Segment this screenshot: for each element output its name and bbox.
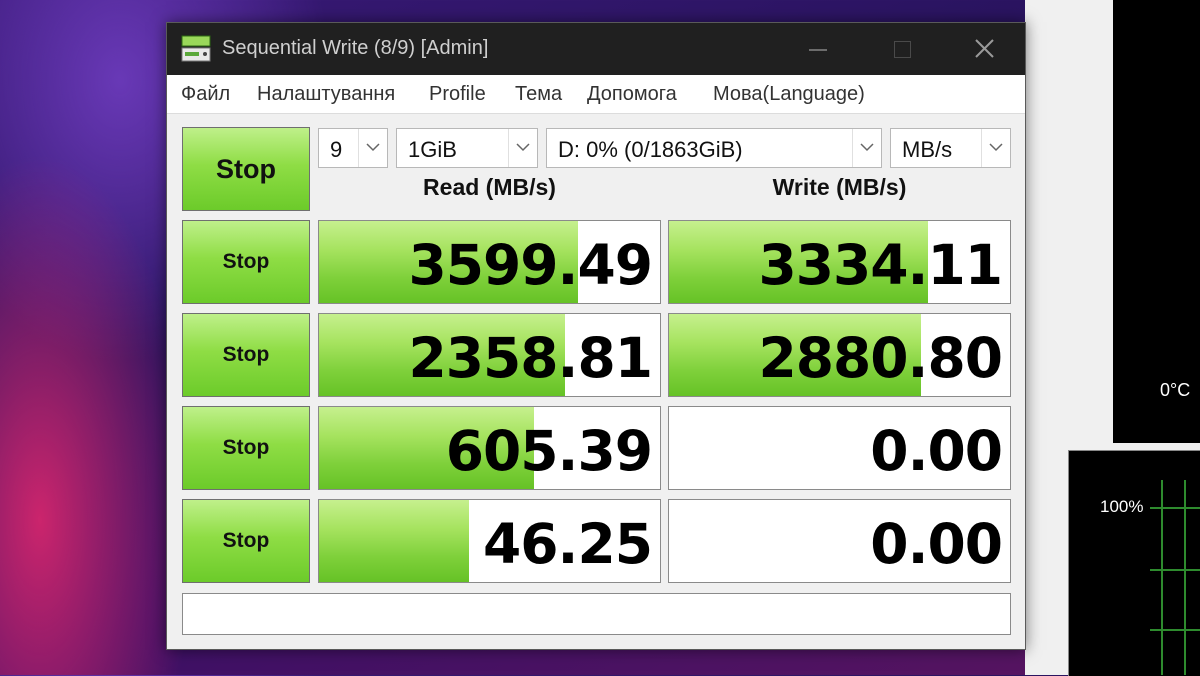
- test-size-select[interactable]: 1GiB: [396, 128, 538, 168]
- menu-profile[interactable]: Profile: [429, 83, 486, 106]
- chevron-down-icon: [852, 129, 881, 167]
- row-2-write-cell: 2880.80: [668, 313, 1011, 397]
- menu-settings[interactable]: Налаштування: [257, 83, 395, 106]
- window-title: Sequential Write (8/9) [Admin]: [222, 37, 489, 59]
- menu-help[interactable]: Допомога: [587, 83, 677, 106]
- unit-select[interactable]: MB/s: [890, 128, 1011, 168]
- stop-all-button[interactable]: Stop: [182, 127, 310, 211]
- row-2-write-value: 2880.80: [758, 326, 1003, 390]
- maximize-button[interactable]: [882, 31, 922, 67]
- minimize-button[interactable]: [799, 31, 839, 67]
- row-2-read-value: 2358.81: [408, 326, 653, 390]
- drive-select[interactable]: D: 0% (0/1863GiB): [546, 128, 882, 168]
- row-3-read-cell: 605.39: [318, 406, 661, 490]
- row-3-stop-button[interactable]: Stop: [182, 406, 310, 490]
- test-size-value: 1GiB: [408, 137, 457, 162]
- minimize-icon: [809, 49, 827, 51]
- disk-app-icon: [181, 35, 211, 62]
- background-temp-label: 0°C: [1160, 380, 1191, 400]
- row-1-write-value: 3334.11: [758, 233, 1003, 297]
- close-icon: [975, 39, 994, 58]
- row-2-read-cell: 2358.81: [318, 313, 661, 397]
- row-4-write-value: 0.00: [870, 512, 1003, 576]
- status-bar: [182, 593, 1011, 635]
- background-graph-grid: [1150, 480, 1200, 675]
- write-column-header: Write (MB/s): [772, 174, 907, 200]
- row-2-stop-button[interactable]: Stop: [182, 313, 310, 397]
- row-3-write-cell: 0.00: [668, 406, 1011, 490]
- background-percent-label: 100%: [1100, 497, 1144, 516]
- row-4-read-cell: 46.25: [318, 499, 661, 583]
- test-count-value: 9: [330, 137, 343, 162]
- app-window: Sequential Write (8/9) [Admin] Файл Нала…: [166, 22, 1026, 650]
- row-4-write-cell: 0.00: [668, 499, 1011, 583]
- row-3-read-value: 605.39: [445, 419, 653, 483]
- menu-bar: Файл Налаштування Profile Тема Допомога …: [167, 75, 1025, 114]
- background-monitor-graph-top: [1113, 0, 1200, 443]
- title-bar[interactable]: Sequential Write (8/9) [Admin]: [167, 23, 1025, 75]
- maximize-icon: [894, 41, 911, 58]
- unit-value: MB/s: [902, 137, 953, 162]
- row-4-stop-button[interactable]: Stop: [182, 499, 310, 583]
- row-1-write-cell: 3334.11: [668, 220, 1011, 304]
- row-3-write-value: 0.00: [870, 419, 1003, 483]
- close-button[interactable]: [965, 31, 1005, 67]
- row-1-read-cell: 3599.49: [318, 220, 661, 304]
- chevron-down-icon: [358, 129, 387, 167]
- benchmark-panel: Stop 9 1GiB D: 0% (0/1863GiB) MB/s Read …: [167, 114, 1025, 649]
- row-4-read-value: 46.25: [483, 512, 653, 576]
- menu-theme[interactable]: Тема: [515, 83, 562, 106]
- test-count-select[interactable]: 9: [318, 128, 388, 168]
- drive-value: D: 0% (0/1863GiB): [558, 137, 743, 162]
- row-1-read-value: 3599.49: [408, 233, 653, 297]
- chevron-down-icon: [508, 129, 537, 167]
- read-column-header: Read (MB/s): [423, 174, 556, 200]
- row-1-stop-button[interactable]: Stop: [182, 220, 310, 304]
- row-4-read-bar: [319, 500, 470, 582]
- chevron-down-icon: [981, 129, 1010, 167]
- menu-language[interactable]: Мова(Language): [713, 83, 865, 106]
- menu-file[interactable]: Файл: [181, 83, 230, 106]
